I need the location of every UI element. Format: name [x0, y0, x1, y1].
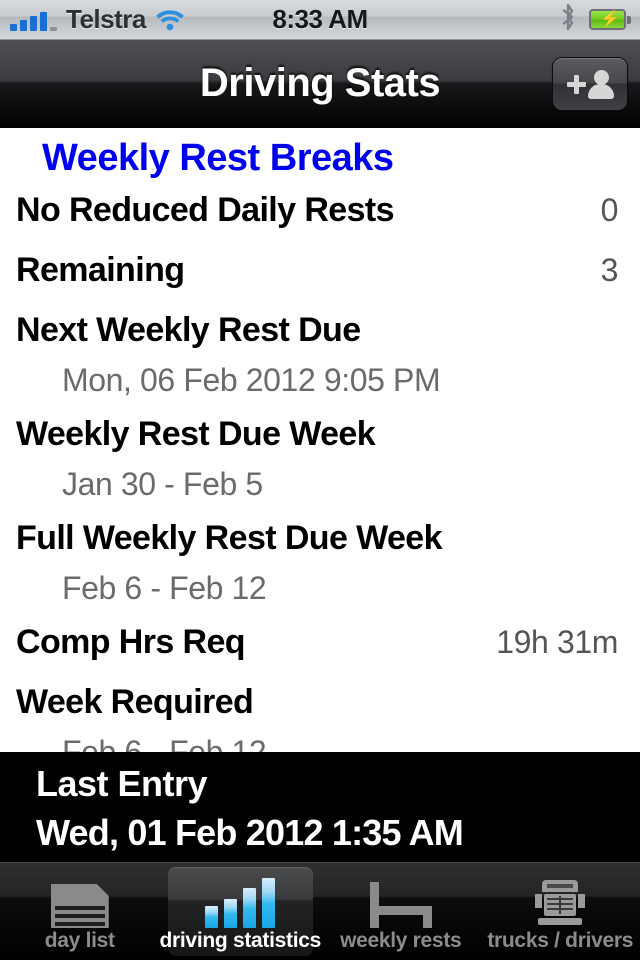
add-driver-button[interactable]: [552, 57, 628, 111]
tab-label: weekly rests: [340, 929, 462, 952]
stat-row[interactable]: Next Weekly Rest Due Mon, 06 Feb 2012 9:…: [0, 304, 640, 408]
stat-value: Feb 6 - Feb 12: [62, 570, 267, 606]
status-bar: Telstra 8:33 AM ⚡: [0, 0, 640, 40]
stat-row[interactable]: Weekly Rest Due Week Jan 30 - Feb 5: [0, 408, 640, 512]
stat-value: 3: [600, 252, 619, 288]
tab-label: driving statistics: [159, 929, 322, 952]
stat-label: Full Weekly Rest Due Week: [16, 519, 443, 557]
tab-driving-statistics[interactable]: driving statistics: [160, 863, 321, 960]
document-icon: [50, 878, 109, 928]
stat-label: Weekly Rest Due Week: [16, 415, 376, 453]
tab-trucks-drivers[interactable]: trucks / drivers: [480, 863, 640, 960]
stat-value: Jan 30 - Feb 5: [62, 466, 263, 502]
stat-value: 0: [600, 192, 619, 228]
person-icon: [588, 69, 614, 99]
stat-label: Week Required: [16, 683, 254, 721]
stat-value: Mon, 06 Feb 2012 9:05 PM: [62, 362, 441, 398]
tab-label: trucks / drivers: [487, 929, 634, 952]
tab-weekly-rests[interactable]: weekly rests: [321, 863, 481, 960]
stat-row[interactable]: Comp Hrs Req 19h 31m: [0, 616, 640, 676]
last-entry-value: Wed, 01 Feb 2012 1:35 AM: [36, 812, 464, 853]
plus-icon: [566, 74, 586, 94]
stat-label: No Reduced Daily Rests: [16, 191, 395, 229]
navigation-bar: Driving Stats: [0, 40, 640, 128]
stat-label: Next Weekly Rest Due: [16, 311, 361, 349]
charging-bolt-icon: ⚡: [600, 11, 620, 28]
last-entry-title: Last Entry: [36, 763, 208, 804]
stats-list: Weekly Rest Breaks No Reduced Daily Rest…: [0, 128, 640, 770]
stat-value: 19h 31m: [496, 624, 618, 660]
stat-row[interactable]: No Reduced Daily Rests 0: [0, 184, 640, 244]
bluetooth-icon: [559, 3, 577, 35]
stat-label: Remaining: [16, 251, 185, 289]
stat-label: Comp Hrs Req: [16, 623, 246, 661]
section-header: Weekly Rest Breaks: [42, 137, 394, 179]
stat-row[interactable]: Remaining 3: [0, 244, 640, 304]
app-screen: Telstra 8:33 AM ⚡ Driving Stats Weekly R…: [0, 0, 640, 960]
tab-label: day list: [44, 929, 115, 952]
bar-chart-icon: [205, 878, 276, 928]
stat-row[interactable]: Full Weekly Rest Due Week Feb 6 - Feb 12: [0, 512, 640, 616]
bed-icon: [369, 878, 432, 928]
tab-bar: day list driving statistics weekly rests: [0, 862, 640, 960]
page-title: Driving Stats: [199, 61, 441, 105]
last-entry-panel: Last Entry Wed, 01 Feb 2012 1:35 AM: [0, 752, 640, 862]
tab-day-list[interactable]: day list: [0, 863, 160, 960]
truck-icon: [534, 878, 586, 928]
status-bar-right: ⚡: [559, 3, 631, 35]
status-bar-clock: 8:33 AM: [272, 4, 368, 34]
battery-charging-icon: ⚡: [589, 9, 631, 30]
